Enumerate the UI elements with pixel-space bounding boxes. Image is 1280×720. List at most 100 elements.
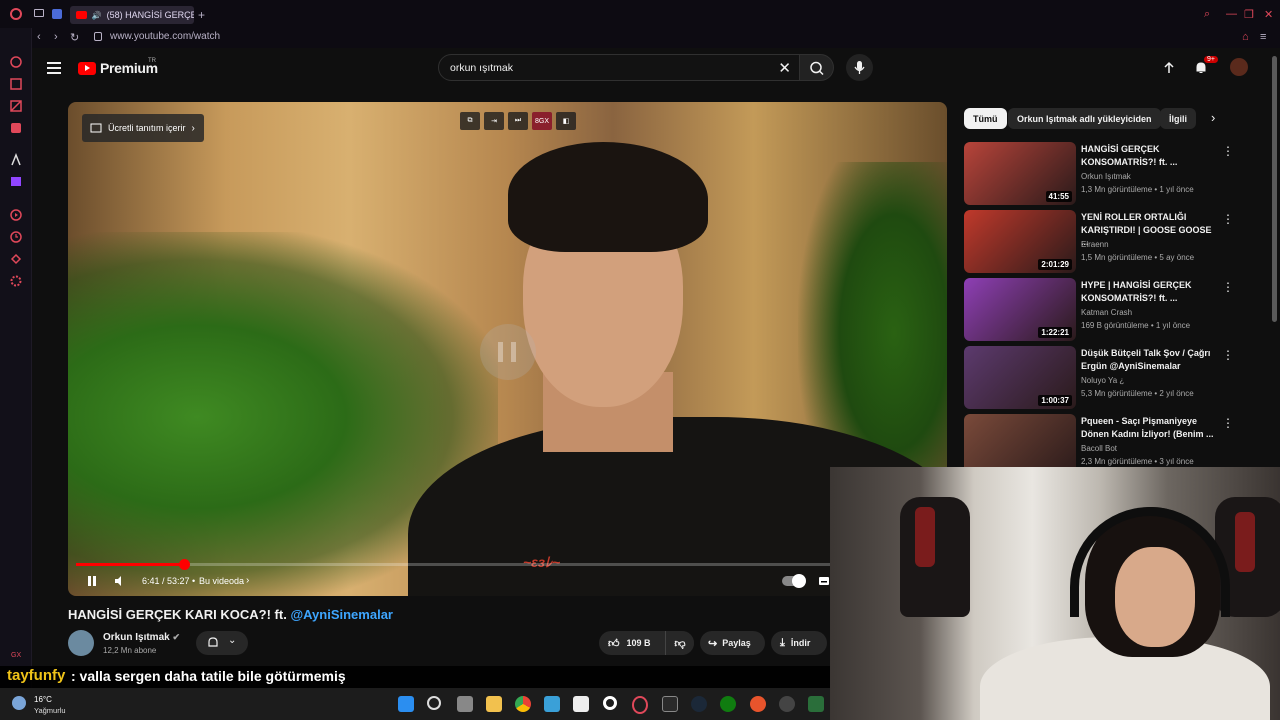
search-button[interactable]	[800, 54, 834, 81]
skip-icon[interactable]: ⏭	[508, 112, 528, 130]
upload-icon[interactable]	[1162, 61, 1176, 80]
easy-setup-icon[interactable]: ≡	[1260, 31, 1266, 43]
youtube-logo[interactable]: Premium	[78, 60, 158, 76]
subscription-bell-button[interactable]: ⌄	[196, 631, 248, 655]
new-tab-button[interactable]: +	[198, 8, 205, 22]
pinned-tab-icon[interactable]	[52, 9, 62, 19]
volume-icon[interactable]	[114, 575, 126, 587]
related-video-channel[interactable]: Noluyo Ya ¿	[1081, 376, 1124, 385]
speaker-icon[interactable]: 🔊	[92, 11, 102, 20]
progress-scrubber[interactable]	[178, 559, 190, 570]
gx-extension-button[interactable]: 8GX	[532, 112, 552, 130]
menu-icon[interactable]	[47, 62, 61, 77]
video-thumbnail[interactable]: 1:00:37	[964, 346, 1076, 409]
maximize-button[interactable]: ❐	[1244, 8, 1254, 21]
related-video-title[interactable]: Düşük Bütçeli Talk Şov / Çağrı Ergün @Ay…	[1081, 347, 1221, 372]
app-clock-icon[interactable]	[779, 696, 795, 712]
aria-icon[interactable]	[9, 152, 23, 167]
opera-menu-icon[interactable]	[10, 8, 22, 20]
player-icon[interactable]	[9, 208, 23, 222]
epic-games-icon[interactable]	[662, 696, 678, 712]
extensions-icon[interactable]	[9, 252, 23, 266]
progress-bar[interactable]	[76, 559, 939, 570]
app-green-icon[interactable]	[808, 696, 824, 712]
more-options-icon[interactable]: ⋮	[1222, 144, 1234, 158]
download-button[interactable]: ⤓ İndir	[771, 631, 827, 655]
related-video-channel[interactable]: Katman Crash	[1081, 308, 1132, 317]
more-options-icon[interactable]: ⋮	[1222, 280, 1234, 294]
related-video-channel[interactable]: Orkun Işıtmak	[1081, 172, 1131, 181]
related-video-title[interactable]: Pqueen - Saçı Pişmaniyeye Dönen Kadını İ…	[1081, 415, 1221, 440]
app-grid-icon[interactable]	[573, 696, 589, 712]
minimize-button[interactable]: —	[1226, 8, 1237, 20]
video-player[interactable]: ~ɛɜﾚ~ Ücretli tanıtım içerir › ⧉ ⇥ ⏭ 8GX…	[68, 102, 947, 596]
start-icon[interactable]	[398, 696, 414, 712]
speed-dial-icon[interactable]	[9, 55, 23, 69]
close-window-button[interactable]: ✕	[1264, 8, 1273, 21]
related-video-title[interactable]: HANGİSİ GERÇEK KONSOMATRİS?! ft. ...	[1081, 143, 1221, 168]
vpn-icon[interactable]: ⌂	[1242, 31, 1249, 43]
share-button[interactable]: ↪ Paylaş	[700, 631, 765, 655]
reload-icon[interactable]: ↻	[70, 31, 79, 44]
clear-search-icon[interactable]: ✕	[778, 59, 791, 77]
twitch-icon[interactable]	[9, 175, 23, 189]
gx-cleaner-icon[interactable]	[9, 99, 23, 113]
search-input[interactable]: orkun ışıtmak	[450, 62, 513, 74]
search-box[interactable]: orkun ışıtmak ✕	[438, 54, 800, 81]
gx-control-icon[interactable]	[9, 77, 23, 91]
steam-icon[interactable]	[691, 696, 707, 712]
paid-promotion-badge[interactable]: Ücretli tanıtım içerir ›	[82, 114, 204, 142]
chip-all[interactable]: Tümü	[964, 108, 1007, 129]
video-title-mention[interactable]: @AyniSinemalar	[290, 607, 393, 622]
related-video-item[interactable]: 1:22:21 HYPE | HANGİSİ GERÇEK KONSOMATRİS…	[964, 278, 1244, 342]
settings-icon[interactable]	[9, 274, 23, 288]
more-options-icon[interactable]: ⋮	[1222, 212, 1234, 226]
account-avatar[interactable]	[1230, 58, 1248, 76]
tab-youtube[interactable]: 🔊 (58) HANGİSİ GERÇEK	[70, 6, 194, 24]
xbox-icon[interactable]	[720, 696, 736, 712]
chips-next-icon[interactable]: ›	[1211, 110, 1215, 125]
chip-related[interactable]: İlgili	[1160, 108, 1196, 129]
notifications-icon[interactable]	[1194, 61, 1208, 80]
messenger-icon[interactable]	[9, 121, 23, 135]
chip-from-uploader[interactable]: Orkun Işıtmak adlı yükleyiciden	[1008, 108, 1161, 129]
dislike-button[interactable]: 👎︎	[665, 631, 694, 655]
history-icon[interactable]	[9, 230, 23, 244]
pause-icon[interactable]	[86, 575, 98, 587]
more-options-icon[interactable]: ⋮	[1222, 416, 1234, 430]
video-thumbnail[interactable]: 41:55	[964, 142, 1076, 205]
file-explorer-icon[interactable]	[486, 696, 502, 712]
app-orange-icon[interactable]	[750, 696, 766, 712]
related-video-item[interactable]: 1:00:37 Düşük Bütçeli Talk Şov / Çağrı Er…	[964, 346, 1244, 410]
obs-icon[interactable]	[603, 696, 617, 710]
related-video-title[interactable]: HYPE | HANGİSİ GERÇEK KONSOMATRİS?! ft. …	[1081, 279, 1221, 304]
sidebar-toggle-icon[interactable]: ◧	[556, 112, 576, 130]
tab-islands-icon[interactable]	[34, 9, 44, 17]
related-video-channel[interactable]: Elraenn	[1081, 240, 1109, 249]
video-thumbnail[interactable]: 1:22:21	[964, 278, 1076, 341]
video-thumbnail[interactable]: 2:01:29	[964, 210, 1076, 273]
related-video-item[interactable]: 41:55 HANGİSİ GERÇEK KONSOMATRİS?! ft. ..…	[964, 142, 1244, 206]
verified-icon: ✔	[172, 632, 181, 642]
chrome-icon[interactable]	[515, 696, 531, 712]
opera-gx-taskbar-icon[interactable]	[632, 696, 648, 714]
forward-icon[interactable]: ›	[54, 31, 58, 43]
task-view-icon[interactable]	[457, 696, 473, 712]
url-field[interactable]: www.youtube.com/watch	[110, 31, 220, 42]
channel-name[interactable]: Orkun Işıtmak ✔	[103, 632, 180, 643]
channel-avatar[interactable]	[68, 630, 94, 656]
search-tabs-icon[interactable]: ⌕	[1204, 8, 1210, 21]
page-scrollbar[interactable]	[1272, 56, 1277, 322]
chapter-button[interactable]: Bu videoda	[199, 576, 244, 586]
enter-icon[interactable]: ⇥	[484, 112, 504, 130]
related-video-item[interactable]: 2:01:29 YENİ ROLLER ORTALIĞI KARIŞTIRDI! …	[964, 210, 1244, 274]
subtitles-icon[interactable]	[818, 575, 830, 587]
more-options-icon[interactable]: ⋮	[1222, 348, 1234, 362]
taskbar-search-icon[interactable]	[427, 696, 441, 710]
back-icon[interactable]: ‹	[37, 31, 41, 43]
autoplay-toggle[interactable]	[782, 574, 806, 588]
voice-search-button[interactable]	[846, 54, 873, 81]
related-video-channel[interactable]: Bacoll Bot	[1081, 444, 1117, 453]
app-icon[interactable]	[544, 696, 560, 712]
popout-icon[interactable]: ⧉	[460, 112, 480, 130]
